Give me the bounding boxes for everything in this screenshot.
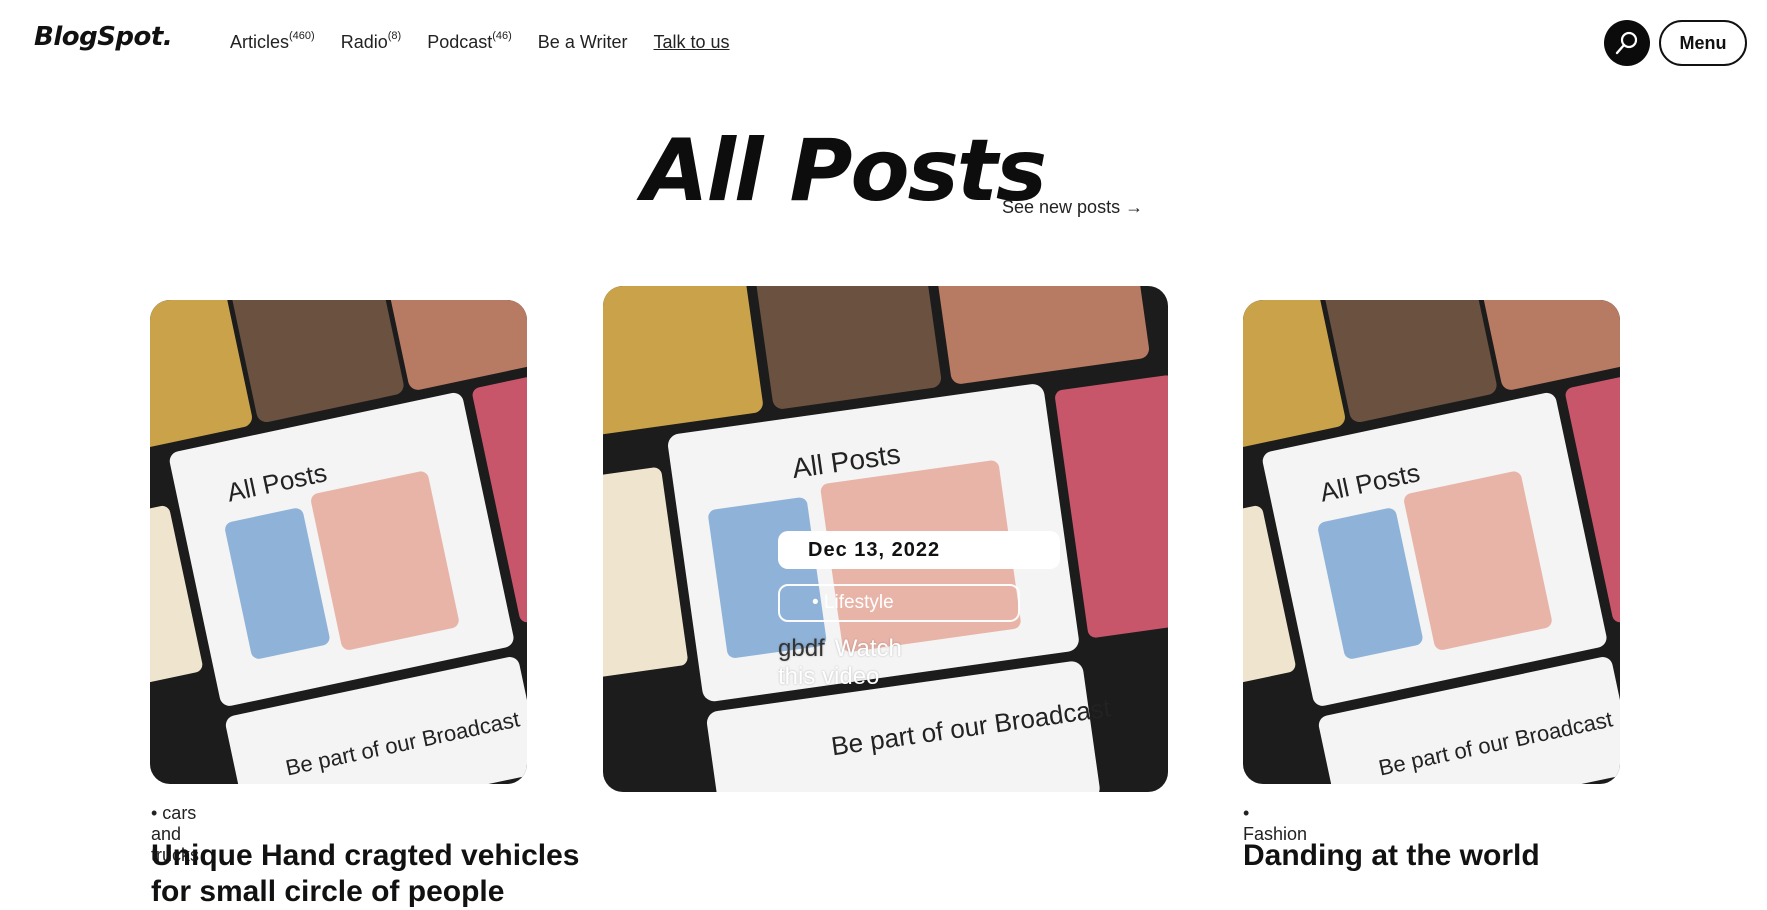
menu-button[interactable]: Menu [1659, 20, 1747, 66]
nav-be-a-writer[interactable]: Be a Writer [538, 32, 628, 53]
post-thumbnail[interactable]: All Posts Be part of our Broadcast [150, 300, 527, 784]
watch-video-link[interactable]: gbdf Watch this video [778, 635, 902, 691]
see-new-posts-link[interactable]: See new posts → [1002, 197, 1143, 218]
main-nav: Articles(460) Radio(8) Podcast(46) Be a … [230, 30, 730, 53]
nav-talk-to-us[interactable]: Talk to us [654, 32, 730, 53]
nav-podcast[interactable]: Podcast(46) [427, 30, 512, 53]
watch-prefix: gbdf [778, 635, 825, 662]
post-title[interactable]: Unique Hand cragted vehicles for small c… [151, 838, 611, 910]
post-title[interactable]: Danding at the world [1243, 838, 1703, 874]
post-thumbnail[interactable]: All Posts Be part of our Broadcast [1243, 300, 1620, 784]
logo[interactable]: BlogSpot. [34, 22, 173, 52]
post-date: Dec 13, 2022 [778, 531, 1060, 569]
search-button[interactable] [1604, 20, 1650, 66]
search-icon [1615, 31, 1638, 55]
nav-radio[interactable]: Radio(8) [341, 30, 401, 53]
post-tag[interactable]: • Lifestyle [778, 584, 1020, 622]
page-title: All Posts [642, 121, 1047, 221]
nav-articles[interactable]: Articles(460) [230, 30, 315, 53]
